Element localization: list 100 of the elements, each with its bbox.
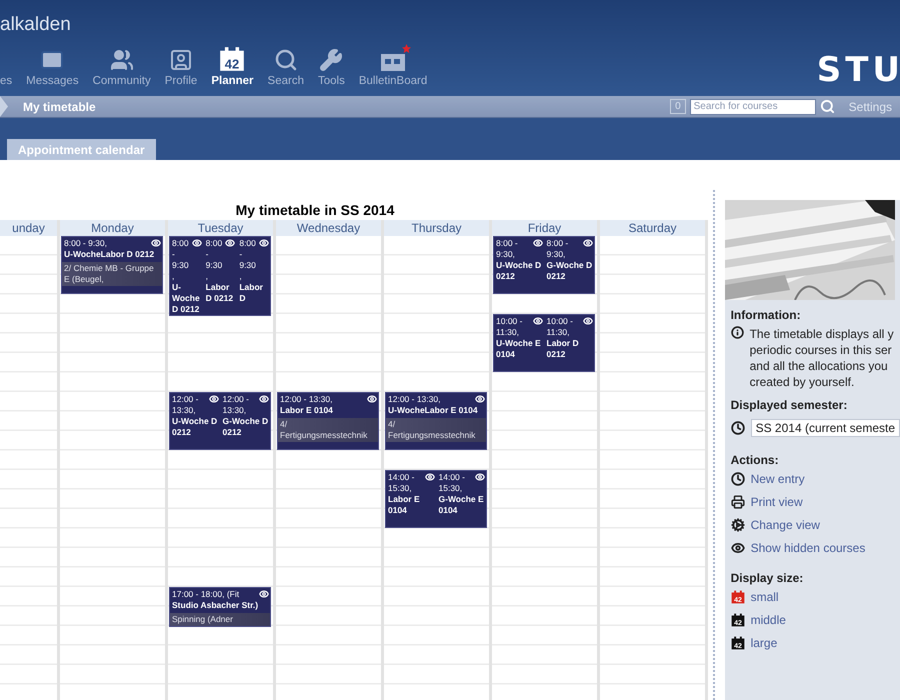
counter-badge: 0 — [670, 99, 686, 114]
course-name: 4/ Fertigungsmesstechnik — [386, 418, 486, 442]
section-heading: Actions: — [730, 453, 780, 467]
course-room: G-Woche E 0104 — [438, 494, 485, 516]
course-time: 12:00 - 13:30, — [222, 394, 250, 416]
course-time: 10:00 - 11:30, — [546, 316, 574, 338]
course-block[interactable]: 14:00 - 15:30, Labor E 0104 14:00 - 15:30, G-Woche E 0104 — [385, 470, 487, 528]
course-room: U-Woche D 0212 — [172, 282, 201, 315]
course-block[interactable]: 12:00 - 13:30, Labor E 0104 4/ Fertigungsmesstechnik — [277, 392, 379, 450]
course-time: 8:00 - 9:30, — [206, 238, 224, 282]
course-block[interactable]: 8:00 - 9:30, U-Woche D 0212 8:00 - 9:30, Labor D 0212 8:00 - 9:30, Labor D — [169, 236, 271, 316]
course-block[interactable]: 10:00 - 11:30, U-Woche E 0104 10:00 - 11:30, Labor D 0212 — [493, 314, 595, 372]
section-heading: Display size: — [730, 571, 804, 585]
clock-plus-icon — [730, 472, 745, 486]
nav-item[interactable]: Messages — [26, 46, 79, 87]
breadcrumb-current: My timetable — [23, 100, 97, 114]
eye-icon[interactable] — [367, 394, 377, 404]
course-time: 14:00 - 15:30, — [388, 472, 416, 494]
course-time: 8:00 - 9:30, — [496, 238, 519, 260]
eye-icon — [730, 541, 745, 555]
course-time: 8:00 - 9:30, — [546, 238, 570, 260]
section-heading: Displayed semester: — [730, 398, 848, 412]
eye-icon[interactable] — [532, 238, 542, 248]
eye-icon[interactable] — [259, 589, 269, 599]
course-time: 14:00 - 15:30, — [438, 472, 466, 494]
course-room: U-WocheLabor E 0104 — [388, 405, 479, 416]
course-block[interactable]: 8:00 - 9:30, U-WocheLabor D 0212 2/ Chemie MB - Gruppe E (Beugel, — [61, 236, 163, 294]
gears-icon — [730, 518, 745, 532]
day-header: Monday — [60, 220, 165, 236]
size-link[interactable]: large — [750, 636, 778, 650]
nav-item[interactable]: BulletinBoard — [358, 46, 428, 87]
day-header: Saturday — [600, 220, 705, 236]
logo: STU — [816, 50, 900, 90]
action-link[interactable]: Change view — [750, 518, 820, 532]
course-room: Labor D 0212 — [546, 338, 580, 360]
eye-icon[interactable] — [225, 238, 236, 248]
semester-select[interactable]: SS 2014 (current semeste — [750, 419, 900, 437]
eye-icon[interactable] — [583, 238, 593, 248]
nav-item[interactable]: Community — [92, 46, 151, 87]
course-time: 12:00 - 13:30, — [280, 394, 334, 405]
breadcrumb-arrow-icon — [0, 96, 9, 117]
timetable-title: My timetable in SS 2014 — [236, 202, 394, 218]
nav-item[interactable]: 42 Planner — [211, 46, 254, 87]
search-icon — [274, 48, 298, 72]
course-room: U-Woche E 0104 — [496, 338, 542, 360]
course-room: U-Woche D 0212 — [496, 260, 542, 282]
eye-icon[interactable] — [532, 316, 542, 326]
course-block[interactable]: 12:00 - 13:30, U-Woche D 0212 12:00 - 13:30, G-Woche D 0212 — [169, 392, 271, 450]
info-icon — [730, 326, 744, 339]
course-block[interactable]: 12:00 - 13:30, U-WocheLabor E 0104 4/ Fertigungsmesstechnik — [385, 392, 487, 450]
course-room: Labor E 0104 — [280, 405, 334, 416]
nav-item[interactable]: Tools — [318, 46, 345, 87]
action-link[interactable]: Show hidden courses — [750, 541, 866, 555]
nav-item[interactable]: es — [0, 75, 12, 87]
course-block[interactable]: 8:00 - 9:30, U-Woche D 0212 8:00 - 9:30, G-Woche D 0212 — [493, 236, 595, 294]
eye-icon[interactable] — [259, 238, 270, 248]
eye-icon[interactable] — [192, 238, 202, 248]
course-room: U-WocheLabor D 0212 — [64, 249, 156, 260]
course-time: 12:00 - 13:30, — [172, 394, 200, 416]
wrench-icon — [319, 48, 344, 72]
eye-icon[interactable] — [151, 238, 161, 248]
day-header: unday — [0, 220, 57, 236]
nav-item[interactable]: Search — [268, 46, 304, 87]
course-block[interactable]: 17:00 - 18:00, (Fit Studio Asbacher Str.) Spinning (Adner — [169, 587, 271, 627]
clock-plus-icon — [730, 421, 745, 435]
day-header: Friday — [492, 220, 597, 236]
eye-icon[interactable] — [208, 394, 218, 404]
eye-icon[interactable] — [475, 472, 485, 482]
search-icon[interactable] — [820, 99, 835, 114]
course-search-field[interactable]: Search for courses — [690, 98, 816, 114]
course-name: Spinning (Adner — [170, 613, 270, 626]
users-icon — [110, 48, 134, 72]
eye-icon[interactable] — [259, 394, 269, 404]
eye-icon[interactable] — [475, 394, 485, 404]
size-link[interactable]: small — [750, 590, 779, 604]
info-text: The timetable displays all y periodic courses in this ser and all the allocations you created by yourself. — [750, 326, 894, 390]
course-room: G-Woche D 0212 — [546, 260, 593, 282]
course-time: 17:00 - 18:00, (Fit — [172, 589, 240, 600]
eye-icon[interactable] — [424, 472, 434, 482]
section-heading: Information: — [730, 308, 802, 322]
course-room: G-Woche D 0212 — [222, 416, 269, 438]
course-room: Labor D 0212 — [206, 282, 234, 304]
course-room: U-Woche D 0212 — [172, 416, 218, 438]
site-title: alkalden — [0, 13, 71, 37]
day-header: Thursday — [384, 220, 489, 236]
eye-icon[interactable] — [583, 316, 593, 326]
course-time: 10:00 - 11:30, — [496, 316, 524, 338]
course-time: 8:00 - 9:30, — [239, 238, 257, 282]
size-link[interactable]: middle — [750, 613, 786, 627]
nav-item[interactable]: Profile — [164, 46, 198, 87]
day-header: Tuesday — [168, 220, 273, 236]
profile-icon — [169, 48, 194, 72]
course-name: 4/ Fertigungsmesstechnik — [278, 418, 378, 442]
action-link[interactable]: New entry — [750, 472, 805, 486]
course-time: 8:00 - 9:30, — [172, 238, 190, 282]
printer-icon — [730, 495, 745, 509]
action-link[interactable]: Print view — [750, 495, 803, 509]
course-time: 12:00 - 13:30, — [388, 394, 442, 405]
course-room: Labor E 0104 — [388, 494, 421, 516]
course-room: Labor D — [239, 282, 264, 304]
